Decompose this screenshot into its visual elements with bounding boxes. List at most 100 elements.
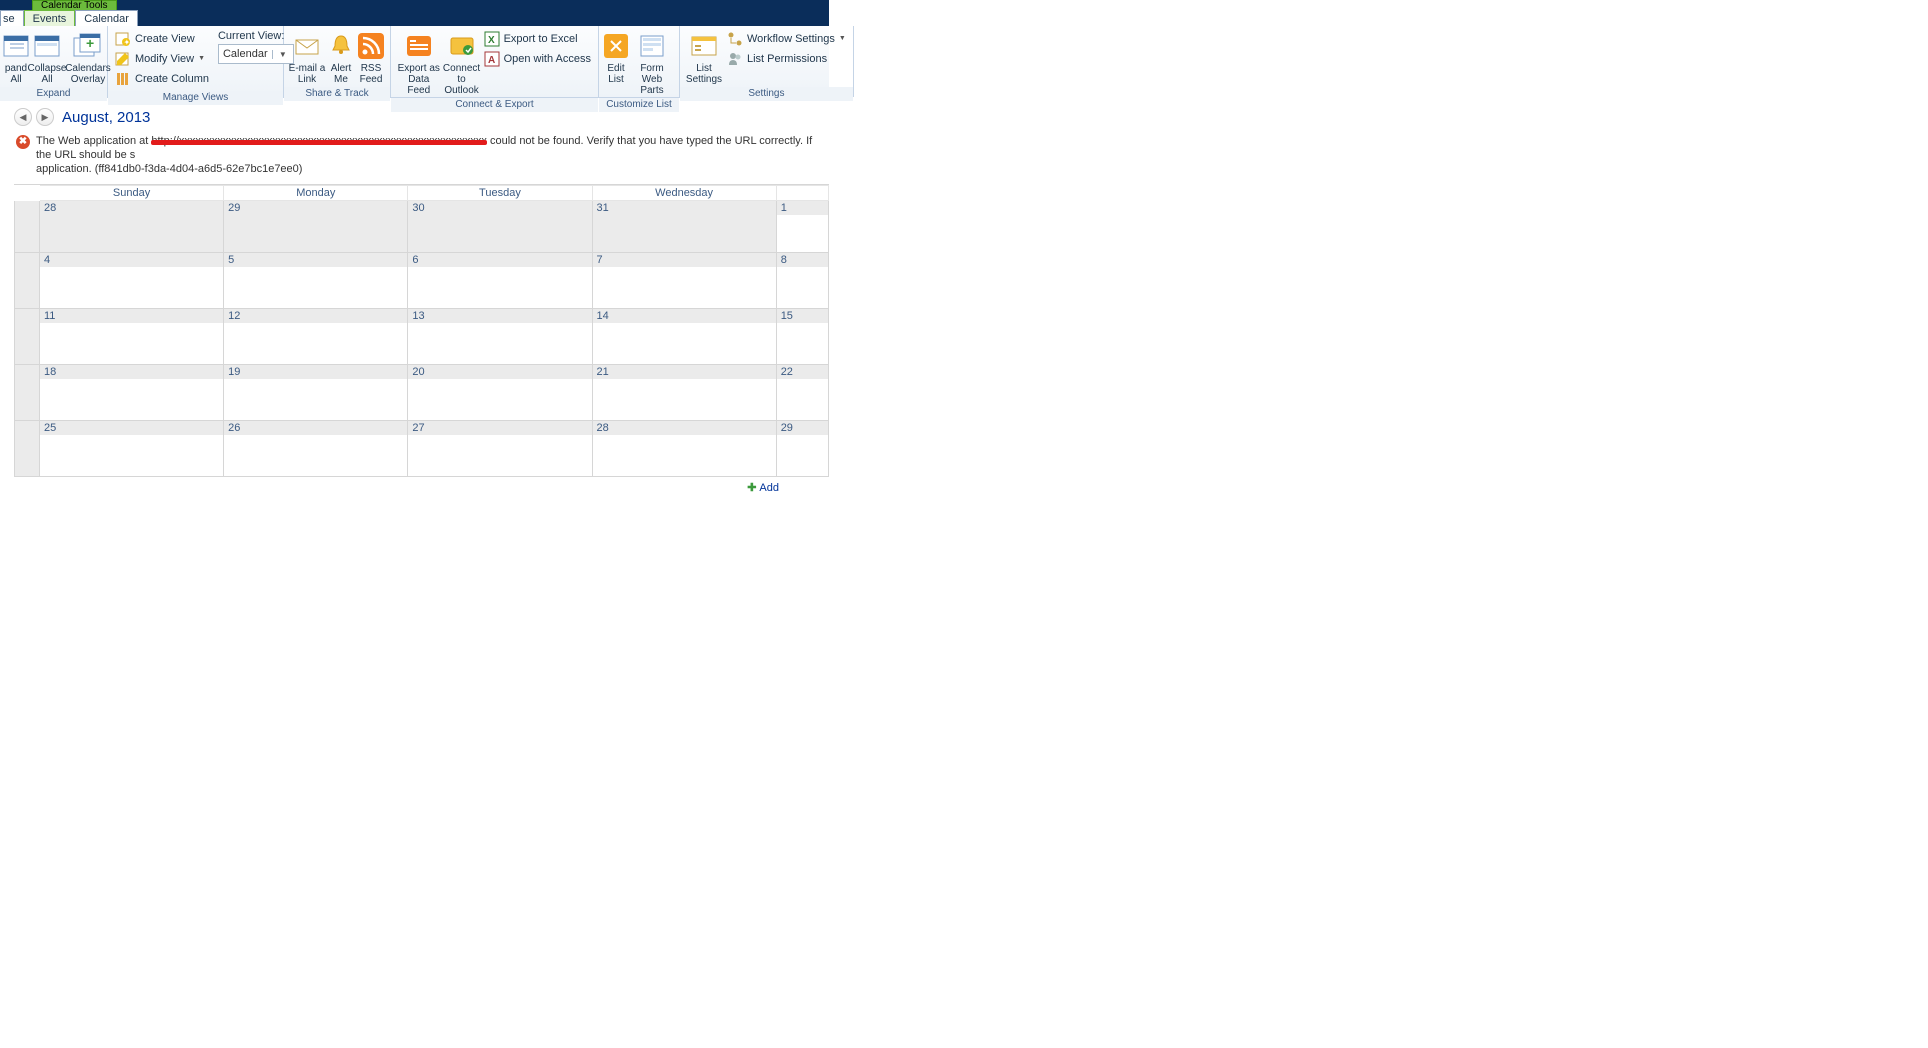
calendar-day[interactable]: 18 [40, 365, 224, 421]
day-number: 4 [40, 253, 223, 267]
calendar-day[interactable]: 12 [224, 309, 408, 365]
tab-events[interactable]: Events [24, 10, 76, 26]
day-number: 5 [224, 253, 407, 267]
calendar-day[interactable]: 28 [593, 421, 777, 477]
chevron-right-icon: ▶ [42, 112, 49, 123]
export-data-feed-button[interactable]: Export as Data Feed [395, 28, 443, 96]
day-number: 12 [224, 309, 407, 323]
outlook-icon [446, 30, 478, 62]
group-label-connect-export: Connect & Export [391, 98, 598, 112]
day-header: Wednesday [593, 185, 777, 201]
calendar-day[interactable]: 29 [777, 421, 829, 477]
day-header: Sunday [40, 185, 224, 201]
create-view-button[interactable]: ✦ Create View [115, 30, 209, 47]
permissions-icon [727, 51, 743, 67]
export-excel-button[interactable]: X Export to Excel [484, 30, 591, 47]
calendar-day[interactable]: 29 [224, 201, 408, 253]
calendar-overlay-icon: + [72, 30, 104, 62]
day-number: 25 [40, 421, 223, 435]
calendar-day[interactable]: 6 [408, 253, 592, 309]
workflow-settings-button[interactable]: Workflow Settings ▼ [727, 30, 846, 47]
calendar-day[interactable]: 8 [777, 253, 829, 309]
next-month-button[interactable]: ▶ [36, 108, 54, 126]
ribbon-group-settings: List Settings Workflow Settings ▼ List P… [680, 26, 854, 97]
ribbon-group-manage-views: ✦ Create View Modify View ▼ Create Colum… [108, 26, 284, 97]
ribbon-group-connect-export: Export as Data Feed Connect to Outlook X… [391, 26, 599, 97]
week-gutter[interactable] [14, 365, 40, 421]
access-icon: A [484, 51, 500, 67]
week-gutter[interactable] [14, 201, 40, 253]
day-number: 11 [40, 309, 223, 323]
svg-text:+: + [86, 35, 94, 51]
calendar-week: 1112131415 [14, 309, 829, 365]
calendar-day[interactable]: 14 [593, 309, 777, 365]
week-gutter[interactable] [14, 253, 40, 309]
excel-icon: X [484, 31, 500, 47]
day-number: 7 [593, 253, 776, 267]
svg-text:X: X [488, 35, 495, 46]
week-gutter[interactable] [14, 421, 40, 477]
list-permissions-button[interactable]: List Permissions [727, 50, 846, 67]
envelope-icon [291, 30, 323, 62]
calendars-overlay-button[interactable]: + Calendars Overlay [66, 28, 110, 85]
workflow-icon [727, 31, 743, 47]
calendar-grid: Sunday Monday Tuesday Wednesday 28293031… [14, 184, 829, 477]
day-number: 21 [593, 365, 776, 379]
rss-icon [355, 30, 387, 62]
ribbon-group-share-track: E-mail a Link Alert Me RSS Feed Share & … [284, 26, 391, 97]
list-settings-button[interactable]: List Settings [684, 28, 724, 85]
calendar-day[interactable]: 28 [40, 201, 224, 253]
current-view-label: Current View: [218, 30, 294, 42]
day-number: 14 [593, 309, 776, 323]
prev-month-button[interactable]: ◀ [14, 108, 32, 126]
calendar-day[interactable]: 22 [777, 365, 829, 421]
calendar-day[interactable]: 4 [40, 253, 224, 309]
tab-browse[interactable]: se [0, 10, 24, 26]
email-link-button[interactable]: E-mail a Link [288, 28, 326, 85]
calendar-week: 45678 [14, 253, 829, 309]
calendar-day[interactable]: 19 [224, 365, 408, 421]
day-number: 28 [40, 201, 223, 215]
calendar-day[interactable]: 30 [408, 201, 592, 253]
day-number: 29 [777, 421, 828, 435]
title-bar: Calendar Tools se Events Calendar [0, 0, 829, 26]
collapse-all-button[interactable]: Collapse All [28, 28, 66, 85]
current-view-dropdown[interactable]: Calendar ▼ [218, 44, 294, 64]
list-settings-icon [688, 30, 720, 62]
tab-calendar[interactable]: Calendar [75, 10, 138, 26]
day-number: 6 [408, 253, 591, 267]
calendar-day[interactable]: 26 [224, 421, 408, 477]
calendar-day[interactable]: 15 [777, 309, 829, 365]
calendar-day[interactable]: 7 [593, 253, 777, 309]
calendar-day[interactable]: 1 [777, 201, 829, 253]
calendar-day[interactable]: 20 [408, 365, 592, 421]
ribbon-group-expand: pand All Collapse All + Calendars Overla… [0, 26, 108, 97]
day-number: 28 [593, 421, 776, 435]
alert-me-button[interactable]: Alert Me [326, 28, 356, 85]
add-event-link[interactable]: ✚Add [14, 477, 829, 498]
calendar-day[interactable]: 13 [408, 309, 592, 365]
data-feed-icon [403, 30, 435, 62]
connect-outlook-button[interactable]: Connect to Outlook [443, 28, 481, 96]
calendar-day[interactable]: 21 [593, 365, 777, 421]
modify-view-button[interactable]: Modify View ▼ [115, 50, 209, 67]
create-column-button[interactable]: Create Column [115, 70, 209, 87]
week-gutter[interactable] [14, 309, 40, 365]
rss-feed-button[interactable]: RSS Feed [356, 28, 386, 85]
open-access-button[interactable]: A Open with Access [484, 50, 591, 67]
calendar-day[interactable]: 11 [40, 309, 224, 365]
calendar-day[interactable]: 25 [40, 421, 224, 477]
form-web-parts-button[interactable]: Form Web Parts [629, 28, 675, 96]
edit-list-button[interactable]: Edit List [603, 28, 629, 85]
ribbon-group-customize-list: Edit List Form Web Parts Customize List [599, 26, 680, 97]
calendar-day[interactable]: 31 [593, 201, 777, 253]
calendar-day[interactable]: 5 [224, 253, 408, 309]
day-number: 20 [408, 365, 591, 379]
calendar-day[interactable]: 27 [408, 421, 592, 477]
form-parts-icon [636, 30, 668, 62]
day-number: 8 [777, 253, 828, 267]
svg-text:A: A [488, 55, 495, 66]
expand-all-button[interactable]: pand All [4, 28, 28, 85]
group-label-expand: Expand [0, 87, 107, 101]
error-icon: ✖ [16, 135, 30, 149]
